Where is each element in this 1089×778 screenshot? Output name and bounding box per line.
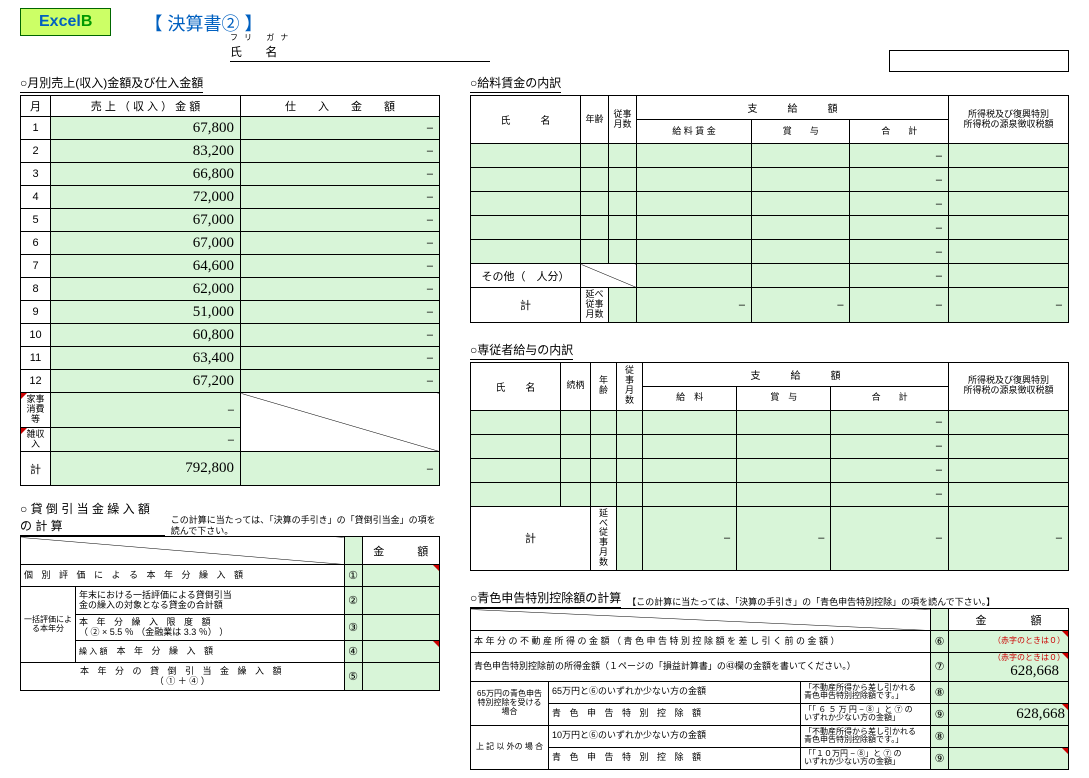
month-cell: 11 — [21, 347, 51, 370]
sales-cell: 67,200 — [51, 370, 241, 393]
hdr-sales: 売 上 （ 収 入 ） 金 額 — [51, 96, 241, 117]
kei-label: 計 — [21, 452, 51, 486]
month-cell: 6 — [21, 232, 51, 255]
wages-table: 氏 名 年齢 従事月数 支 給 額 所得税及び復興特別所得税の源泉徴収税額 給 … — [470, 95, 1069, 323]
name-label: 氏 名 — [230, 43, 490, 62]
blue-title: ○青色申告特別控除額の計算 — [470, 589, 621, 608]
purchase-cell: – — [241, 324, 440, 347]
baddebt-note: この計算に当たっては、「決算の手引き」の「貸倒引当金」の項を読んで下さい。 — [171, 515, 440, 537]
grp-label: 一括評価による本年分 — [21, 587, 76, 663]
kaji-label: 家事消費等 — [21, 393, 51, 428]
purchase-cell: – — [241, 347, 440, 370]
sales-cell: 83,200 — [51, 140, 241, 163]
purchase-cell: – — [241, 255, 440, 278]
month-cell: 12 — [21, 370, 51, 393]
sales-cell: 67,800 — [51, 117, 241, 140]
purchase-cell: – — [241, 117, 440, 140]
sales-cell: 60,800 — [51, 324, 241, 347]
month-cell: 5 — [21, 209, 51, 232]
diag-cell — [241, 393, 440, 452]
purchase-cell: – — [241, 301, 440, 324]
hdr-amt: 金 額 — [362, 537, 439, 565]
sales-cell: 67,000 — [51, 209, 241, 232]
month-cell: 8 — [21, 278, 51, 301]
month-cell: 1 — [21, 117, 51, 140]
header-box — [889, 50, 1069, 72]
purchase-cell: – — [241, 140, 440, 163]
purchase-cell: – — [241, 370, 440, 393]
wages-title: ○給料賃金の内訳 — [470, 74, 561, 93]
sales-cell: 66,800 — [51, 163, 241, 186]
furigana-label: フリ ガナ — [230, 32, 1069, 43]
fam-table: 氏 名 続柄 年齢 従事月数 支 給 額 所得税及び復興特別所得税の源泉徴収税額… — [470, 362, 1069, 571]
kaji-val: – — [51, 393, 241, 428]
purchase-cell: – — [241, 209, 440, 232]
sales-cell: 51,000 — [51, 301, 241, 324]
month-cell: 3 — [21, 163, 51, 186]
month-cell: 4 — [21, 186, 51, 209]
kei-purchase: – — [241, 452, 440, 486]
zatsu-val: – — [51, 427, 241, 452]
monthly-table: 月 売 上 （ 収 入 ） 金 額 仕 入 金 額 1 67,800 –2 83… — [20, 95, 440, 486]
blue-table: 金 額 本 年 分 の 不 動 産 所 得 の 金 額 （ 青 色 申 告 特 … — [470, 608, 1069, 770]
hdr-purchase: 仕 入 金 額 — [241, 96, 440, 117]
month-cell: 2 — [21, 140, 51, 163]
hdr-month: 月 — [21, 96, 51, 117]
sales-cell: 62,000 — [51, 278, 241, 301]
logo: ExcelB — [20, 8, 111, 36]
baddebt-table: 金 額 個 別 評 価 に よ る 本 年 分 繰 入 額 ① 一括評価による本… — [20, 536, 440, 691]
fam-title: ○専従者給与の内訳 — [470, 341, 573, 360]
zatsu-label: 雑収入 — [21, 427, 51, 452]
purchase-cell: – — [241, 163, 440, 186]
sales-cell: 63,400 — [51, 347, 241, 370]
kei-sales: 792,800 — [51, 452, 241, 486]
sales-cell: 72,000 — [51, 186, 241, 209]
purchase-cell: – — [241, 186, 440, 209]
baddebt-title: ○ 貸 倒 引 当 金 繰 入 額 の 計 算 — [20, 500, 165, 536]
month-cell: 9 — [21, 301, 51, 324]
purchase-cell: – — [241, 278, 440, 301]
monthly-title: ○月別売上(収入)金額及び仕入金額 — [20, 74, 203, 93]
month-cell: 7 — [21, 255, 51, 278]
purchase-cell: – — [241, 232, 440, 255]
sales-cell: 64,600 — [51, 255, 241, 278]
month-cell: 10 — [21, 324, 51, 347]
sales-cell: 67,000 — [51, 232, 241, 255]
blue-note: 【この計算に当たっては、「決算の手引き」の「青色申告特別控除」の項を読んで下さい… — [627, 597, 995, 608]
